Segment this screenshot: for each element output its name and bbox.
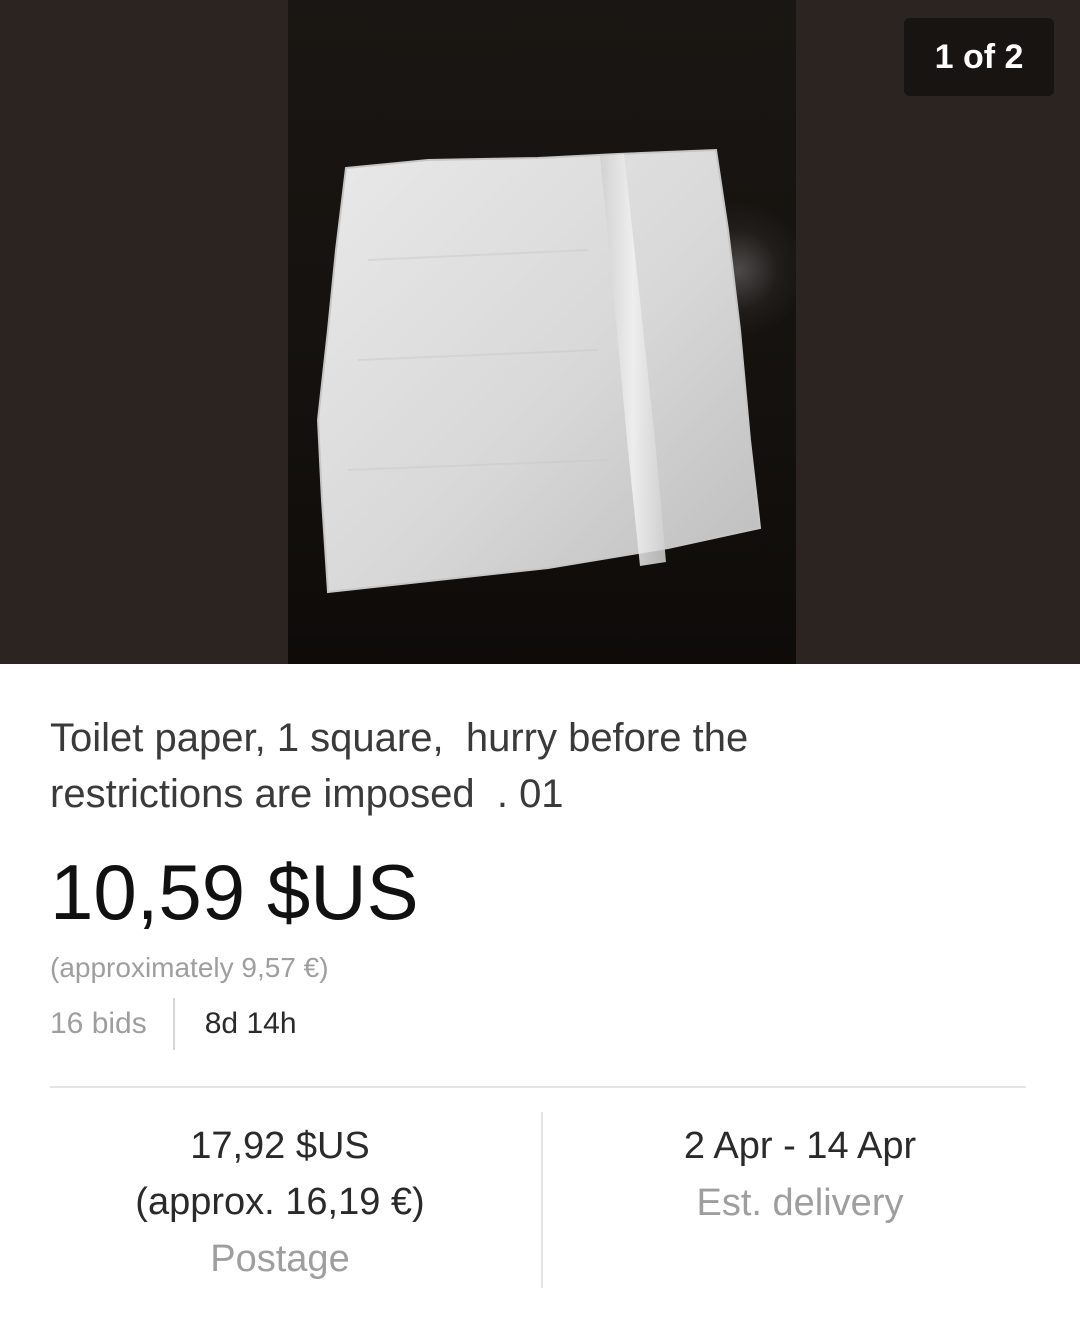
image-counter-badge: 1 of 2 <box>904 18 1054 96</box>
toilet-paper-image <box>316 148 762 594</box>
postage-label: Postage <box>210 1238 350 1280</box>
product-photo[interactable] <box>288 0 796 664</box>
approx-price: (approximately 9,57 €) <box>50 952 329 983</box>
postage-info[interactable]: 17,92 $US (approx. 16,19 €) Postage <box>80 1118 480 1288</box>
bid-count[interactable]: 16 bids <box>50 998 175 1050</box>
current-price: 10,59 $US <box>50 848 419 936</box>
time-left: 8d 14h <box>204 1007 297 1040</box>
listing-title: Toilet paper, 1 square, hurry before the… <box>50 716 749 816</box>
delivery-info[interactable]: 2 Apr - 14 Apr Est. delivery <box>600 1118 1000 1232</box>
section-divider <box>50 1086 1026 1088</box>
column-separator <box>541 1112 543 1288</box>
postage-approx: (approx. 16,19 €) <box>135 1181 425 1223</box>
photo-gallery[interactable]: 1 of 2 <box>0 0 1080 664</box>
delivery-dates: 2 Apr - 14 Apr <box>683 1125 917 1167</box>
postage-amount: 17,92 $US <box>190 1125 370 1167</box>
listing-page: 1 of 2 Toilet paper, 1 square, hurry bef… <box>0 0 1080 1320</box>
delivery-label: Est. delivery <box>696 1182 904 1224</box>
auction-status: 16 bids 8d 14h <box>50 998 297 1050</box>
